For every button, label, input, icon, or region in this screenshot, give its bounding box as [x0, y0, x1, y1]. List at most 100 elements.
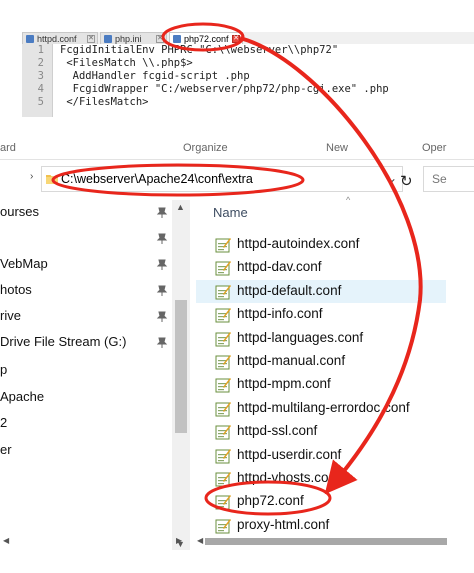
- file-row[interactable]: httpd-userdir.conf: [196, 444, 446, 467]
- ribbon-new-label[interactable]: New: [326, 142, 348, 154]
- nav-item[interactable]: [0, 226, 170, 250]
- file-list[interactable]: ^ Name httpd-autoindex.conf httpd-dav.con…: [196, 195, 474, 560]
- search-placeholder: Se: [432, 172, 447, 186]
- conf-file-icon: [215, 401, 231, 417]
- code-line: </FilesMatch>: [60, 96, 149, 108]
- file-name: proxy-html.conf: [237, 516, 330, 532]
- nav-item-label: 2: [0, 415, 8, 430]
- close-tab-icon[interactable]: ✕: [232, 35, 240, 43]
- nav-item[interactable]: VebMap: [0, 252, 170, 276]
- ribbon-groups: ard Organize New Oper: [0, 140, 474, 160]
- scroll-left-icon[interactable]: ◀: [197, 536, 203, 545]
- tab-php-ini[interactable]: php.ini ✕: [100, 32, 167, 44]
- file-row[interactable]: httpd-ssl.conf: [196, 420, 446, 443]
- search-input[interactable]: Se: [423, 166, 474, 192]
- scroll-left-icon[interactable]: ◀: [3, 536, 9, 545]
- scroll-up-icon[interactable]: ▲: [176, 202, 185, 212]
- sort-ascending-icon: ^: [346, 195, 351, 205]
- ribbon-open-label[interactable]: Oper: [422, 142, 446, 154]
- nav-item[interactable]: er: [0, 438, 170, 462]
- tab-label: httpd.conf: [37, 34, 77, 44]
- file-name: httpd-default.conf: [237, 282, 342, 298]
- address-row: › C:\webserver\Apache24\conf\extra ⌄ ↻ S…: [0, 163, 474, 195]
- tab-php72-conf[interactable]: php72.conf ✕: [169, 32, 243, 44]
- pin-icon[interactable]: [156, 252, 168, 276]
- nav-item-label: rive: [0, 308, 21, 323]
- chevron-down-icon[interactable]: ⌄: [387, 171, 397, 185]
- code-line: FcgidWrapper "C:/webserver/php72/php-cgi…: [60, 83, 389, 95]
- conf-file-icon: [215, 448, 231, 464]
- file-row[interactable]: httpd-info.conf: [196, 303, 446, 326]
- line-number: 4: [37, 83, 44, 95]
- pin-icon[interactable]: [156, 304, 168, 328]
- code-line: <FilesMatch \\.php$>: [60, 57, 193, 69]
- file-icon: [26, 35, 34, 43]
- code-area[interactable]: 1 FcgidInitialEnv PHPRC "C:\\webserver\\…: [22, 44, 474, 117]
- conf-file-icon: [215, 518, 231, 534]
- file-row[interactable]: httpd-vhosts.conf: [196, 467, 446, 490]
- conf-file-icon: [215, 261, 231, 276]
- nav-item[interactable]: 2: [0, 411, 170, 435]
- nav-item-label: p: [0, 362, 8, 377]
- file-name: httpd-autoindex.conf: [237, 236, 360, 251]
- tab-label: php.ini: [115, 34, 142, 44]
- pin-icon[interactable]: [156, 330, 168, 354]
- file-row[interactable]: php72.conf: [196, 490, 446, 513]
- line-number: 3: [37, 70, 44, 82]
- file-row[interactable]: httpd-languages.conf: [196, 327, 446, 350]
- file-name: httpd-manual.conf: [237, 353, 346, 368]
- conf-file-icon: [215, 331, 231, 347]
- file-row[interactable]: proxy-html.conf: [196, 514, 446, 537]
- breadcrumb-chevron-icon[interactable]: ›: [30, 171, 33, 182]
- pin-icon[interactable]: [156, 226, 168, 250]
- conf-file-icon: [215, 355, 231, 370]
- file-name: httpd-languages.conf: [237, 329, 364, 345]
- folder-icon: [46, 175, 58, 184]
- address-path[interactable]: C:\webserver\Apache24\conf\extra: [61, 172, 253, 186]
- nav-item[interactable]: rive: [0, 304, 170, 328]
- nav-item[interactable]: hotos: [0, 278, 170, 302]
- code-editor[interactable]: httpd.conf ✕ php.ini ✕ php72.conf ✕ 1 Fc…: [22, 32, 474, 117]
- nav-item[interactable]: Apache: [0, 385, 170, 409]
- scroll-right-icon[interactable]: ▶: [176, 536, 182, 545]
- file-icon: [173, 35, 181, 43]
- close-tab-icon[interactable]: ✕: [87, 35, 95, 43]
- file-name: httpd-userdir.conf: [237, 446, 342, 462]
- name-column-header[interactable]: Name: [213, 205, 248, 220]
- conf-file-icon: [215, 378, 231, 393]
- nav-item[interactable]: ourses: [0, 200, 170, 224]
- ribbon-clipboard-label[interactable]: ard: [0, 142, 16, 154]
- tab-httpd-conf[interactable]: httpd.conf ✕: [22, 32, 98, 44]
- file-row[interactable]: httpd-multilang-errordoc.conf: [196, 397, 446, 420]
- file-row[interactable]: httpd-manual.conf: [196, 350, 446, 373]
- file-icon: [104, 35, 112, 43]
- nav-item[interactable]: Drive File Stream (G:): [0, 330, 170, 354]
- nav-item-label: hotos: [0, 282, 32, 297]
- nav-scrollbar-thumb[interactable]: [175, 300, 187, 433]
- file-list-hscroll-thumb[interactable]: [205, 538, 447, 545]
- file-name: php72.conf: [237, 493, 304, 509]
- file-row[interactable]: httpd-default.conf: [196, 279, 446, 303]
- pin-icon[interactable]: [156, 278, 168, 302]
- file-row[interactable]: httpd-dav.conf: [196, 256, 446, 279]
- close-tab-icon[interactable]: ✕: [156, 35, 164, 43]
- nav-item[interactable]: p: [0, 358, 170, 382]
- line-number: 1: [37, 44, 44, 56]
- code-line: AddHandler fcgid-script .php: [60, 70, 250, 82]
- conf-file-icon: [215, 495, 231, 510]
- conf-file-icon: [215, 308, 231, 323]
- conf-file-icon: [215, 238, 231, 253]
- file-name: httpd-mpm.conf: [237, 376, 331, 392]
- tab-label: php72.conf: [184, 34, 229, 44]
- refresh-icon[interactable]: ↻: [400, 172, 413, 190]
- line-number: 5: [37, 96, 44, 108]
- conf-file-icon: [215, 284, 231, 300]
- file-row[interactable]: httpd-autoindex.conf: [196, 233, 446, 256]
- navigation-pane[interactable]: ourses VebMap hotos rive Drive File Stre…: [0, 200, 190, 560]
- nav-item-label: er: [0, 442, 12, 457]
- address-bar[interactable]: C:\webserver\Apache24\conf\extra ⌄: [41, 166, 403, 192]
- ribbon-organize-label[interactable]: Organize: [183, 142, 228, 154]
- code-line: FcgidInitialEnv PHPRC "C:\\webserver\\ph…: [60, 44, 339, 56]
- file-row[interactable]: httpd-mpm.conf: [196, 373, 446, 396]
- pin-icon[interactable]: [156, 200, 168, 224]
